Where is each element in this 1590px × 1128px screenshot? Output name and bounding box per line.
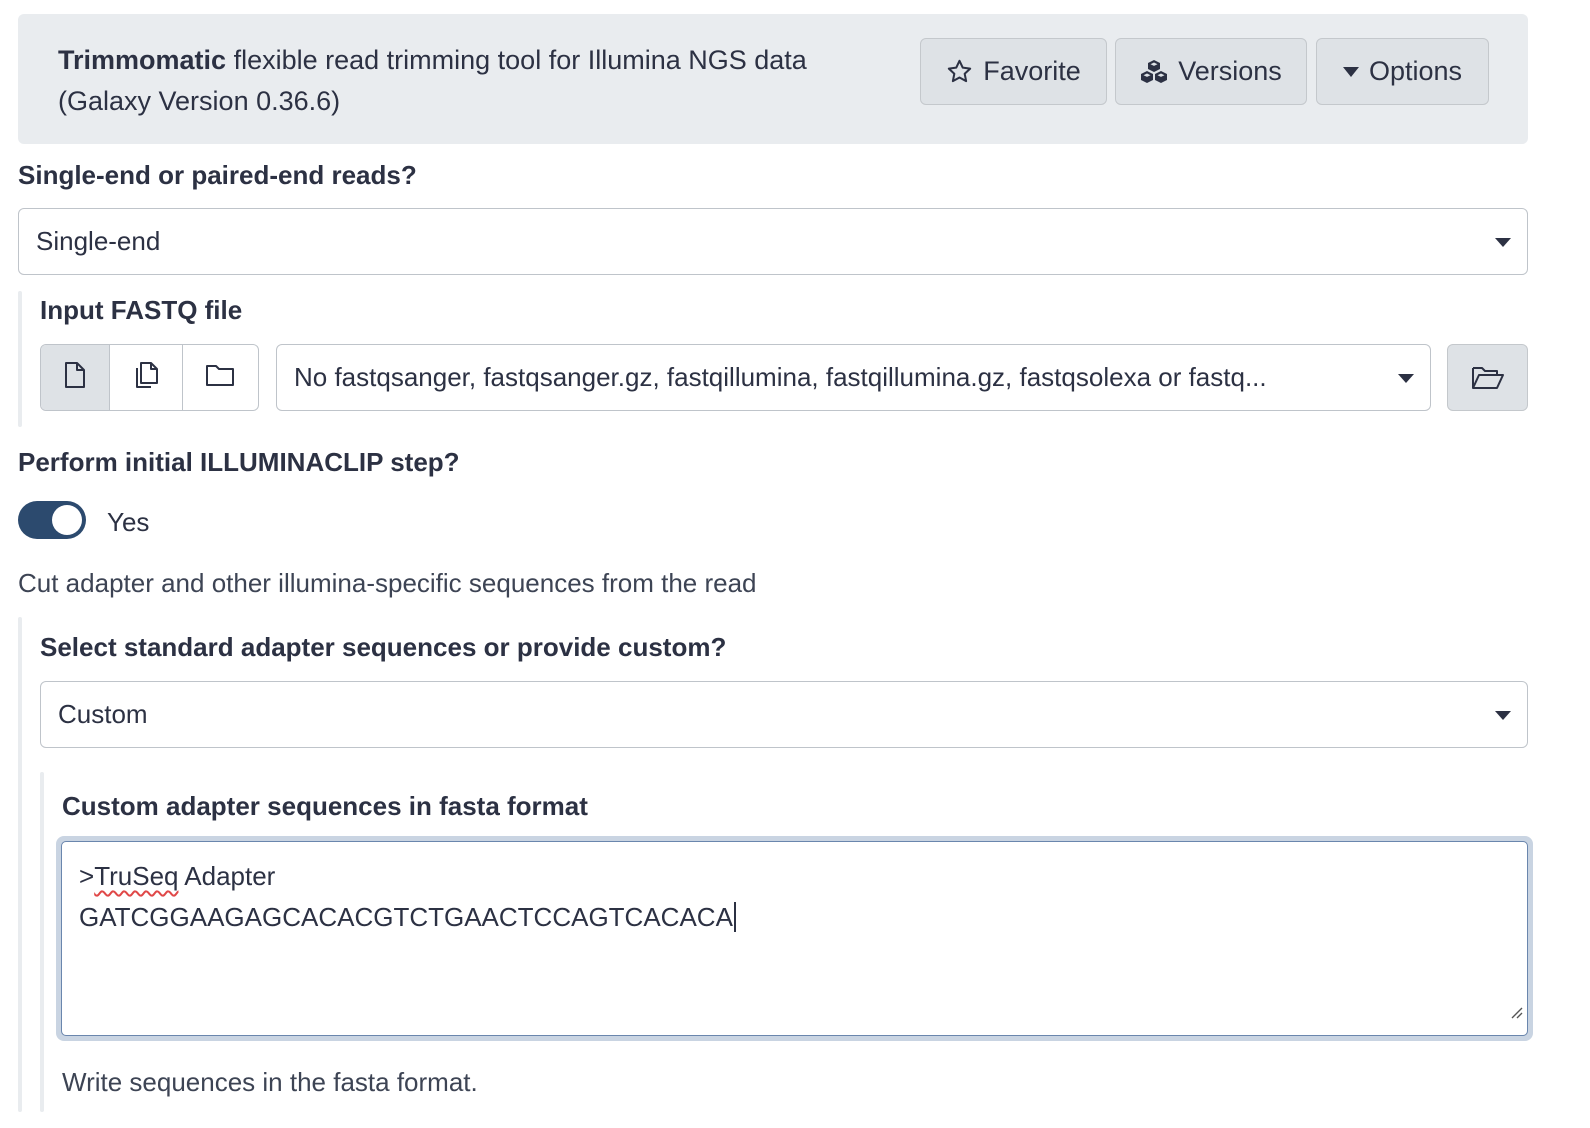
caret-down-icon — [1342, 66, 1359, 77]
tool-description: flexible read trimming tool for Illumina… — [226, 45, 807, 75]
chevron-down-icon — [1495, 237, 1511, 247]
read-type-select[interactable]: Single-end — [18, 208, 1528, 275]
browse-datasets-button[interactable] — [1447, 344, 1528, 411]
illuminaclip-help: Cut adapter and other illumina-specific … — [18, 568, 757, 598]
favorite-label: Favorite — [983, 56, 1081, 86]
read-type-label: Single-end or paired-end reads? — [18, 160, 417, 190]
input-fastq-select[interactable]: No fastqsanger, fastqsanger.gz, fastqill… — [276, 344, 1431, 411]
read-type-value: Single-end — [36, 226, 161, 256]
textarea-line-1: >TruSeq Adapter — [79, 856, 1510, 897]
section-indent-bar — [18, 617, 22, 1112]
fasta-header-rest: Adapter — [178, 861, 276, 891]
spellcheck-word: TruSeq — [94, 861, 179, 891]
tool-name: Trimmomatic — [58, 45, 227, 75]
versions-button[interactable]: Versions — [1115, 38, 1307, 105]
illuminaclip-toggle-label: Yes — [107, 507, 150, 537]
input-fastq-label: Input FASTQ file — [40, 295, 243, 325]
input-source-buttons — [40, 344, 259, 411]
section-indent-bar — [40, 772, 44, 1112]
tool-title: Trimmomatic flexible read trimming tool … — [58, 40, 878, 122]
dataset-collection-button[interactable] — [183, 345, 258, 410]
adapter-sequence: GATCGGAAGAGCACACGTCTGAACTCCAGTCACACA — [79, 902, 733, 932]
custom-adapters-focus-ring: >TruSeq Adapter GATCGGAAGAGCACACGTCTGAAC… — [56, 836, 1533, 1041]
illuminaclip-toggle[interactable] — [18, 501, 86, 539]
adapter-source-select[interactable]: Custom — [40, 681, 1528, 748]
folder-open-icon — [1471, 365, 1505, 391]
chevron-down-icon — [1398, 373, 1414, 383]
tool-header: Trimmomatic flexible read trimming tool … — [18, 14, 1528, 144]
versions-label: Versions — [1178, 56, 1282, 86]
adapter-source-value: Custom — [58, 699, 148, 729]
file-icon — [64, 361, 86, 394]
options-button[interactable]: Options — [1316, 38, 1489, 105]
resize-handle-icon[interactable] — [1509, 990, 1523, 1031]
files-icon — [133, 361, 159, 394]
text-cursor — [733, 902, 736, 932]
section-indent-bar — [18, 291, 22, 427]
custom-adapters-label: Custom adapter sequences in fasta format — [62, 791, 588, 821]
cubes-icon — [1140, 59, 1168, 85]
single-dataset-button[interactable] — [41, 345, 111, 410]
custom-adapters-textarea[interactable]: >TruSeq Adapter GATCGGAAGAGCACACGTCTGAAC… — [61, 841, 1528, 1036]
fasta-header-prefix: > — [79, 861, 95, 891]
toggle-knob — [52, 505, 82, 535]
custom-adapters-help: Write sequences in the fasta format. — [62, 1067, 478, 1097]
tool-version: (Galaxy Version 0.36.6) — [58, 86, 341, 116]
star-icon — [946, 58, 973, 85]
illuminaclip-label: Perform initial ILLUMINACLIP step? — [18, 447, 460, 477]
chevron-down-icon — [1495, 710, 1511, 720]
folder-icon — [205, 363, 235, 392]
options-label: Options — [1368, 56, 1463, 86]
textarea-line-2: GATCGGAAGAGCACACGTCTGAACTCCAGTCACACA — [79, 897, 1510, 938]
adapter-source-label: Select standard adapter sequences or pro… — [40, 632, 727, 662]
input-fastq-value: No fastqsanger, fastqsanger.gz, fastqill… — [294, 362, 1267, 392]
favorite-button[interactable]: Favorite — [920, 38, 1107, 105]
multiple-datasets-button[interactable] — [110, 345, 183, 410]
